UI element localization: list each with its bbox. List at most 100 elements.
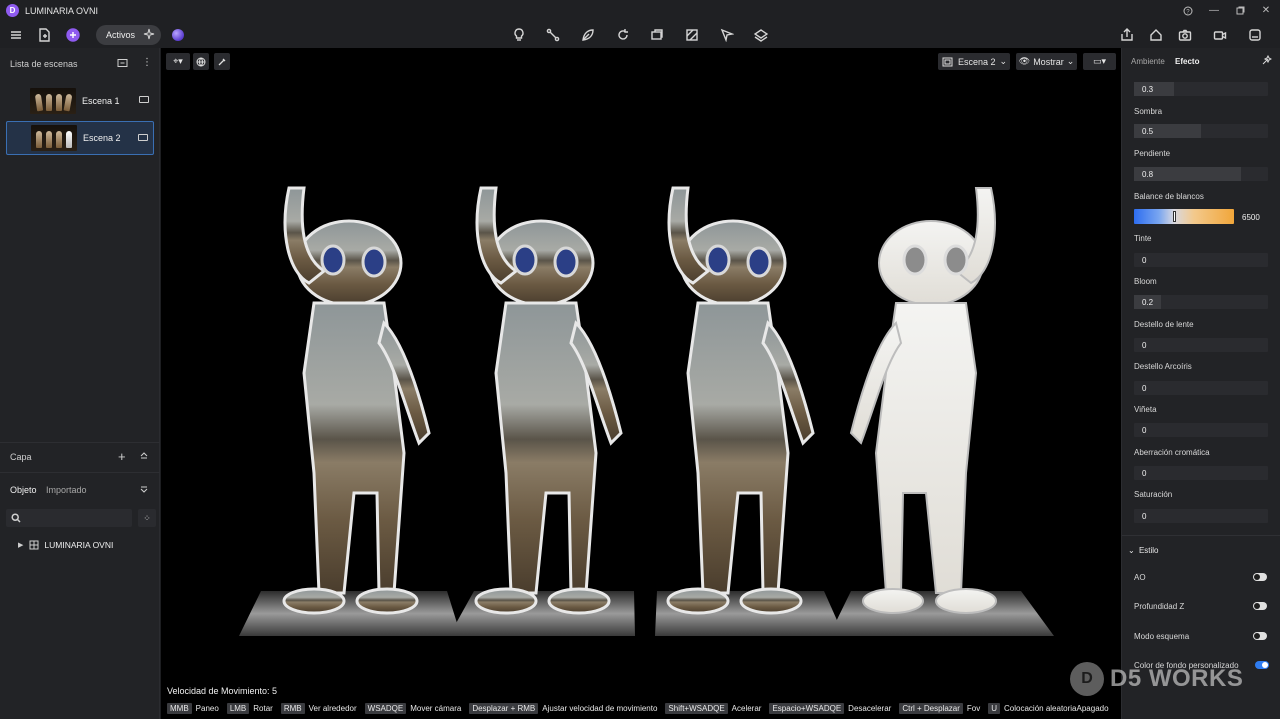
scene-thumbnail — [31, 125, 77, 151]
sparkle-icon — [143, 28, 155, 40]
ao-toggle[interactable] — [1253, 573, 1267, 581]
slider-bloom[interactable]: 0.2 — [1134, 295, 1268, 309]
layers-icon[interactable] — [752, 26, 770, 44]
shortcut-desc: Ajustar velocidad de movimiento — [542, 703, 658, 713]
file-icon[interactable] — [35, 26, 53, 44]
menu-icon[interactable] — [7, 26, 25, 44]
slider-vignette[interactable]: 0 — [1134, 423, 1268, 437]
slider-value: 0.8 — [1142, 170, 1154, 179]
camera-icon[interactable] — [1176, 26, 1194, 44]
slider-value: 0.2 — [1142, 298, 1154, 307]
scene-selector[interactable]: Escena 2 ⌄ — [938, 53, 1010, 70]
right-panel: Ambiente Efecto 0.3 Sombra 0.5 Pendiente… — [1121, 48, 1280, 719]
slider-pendiente[interactable]: 0.8 — [1134, 167, 1268, 181]
more-options-icon[interactable]: ⋮ — [142, 57, 152, 68]
style-section-header[interactable]: ⌄ Estilo — [1128, 546, 1159, 555]
slider-tinte[interactable]: 0 — [1134, 253, 1268, 267]
chevron-right-icon[interactable]: ▶ — [18, 541, 23, 549]
white-balance-slider[interactable] — [1134, 209, 1234, 224]
shortcut-desc: Paneo — [195, 703, 219, 713]
close-icon[interactable]: ✕ — [1258, 3, 1274, 18]
slider-rainbow-flare[interactable]: 0 — [1134, 381, 1268, 395]
globe-icon[interactable] — [193, 53, 209, 70]
crop-icon[interactable] — [648, 26, 666, 44]
slider-lens-flare[interactable]: 0 — [1134, 338, 1268, 352]
ai-sparkle-icon[interactable] — [64, 26, 82, 44]
add-layer-icon[interactable]: + — [118, 449, 126, 464]
refresh-icon[interactable] — [614, 26, 632, 44]
tab-importado[interactable]: Importado — [46, 485, 87, 495]
tab-objeto[interactable]: Objeto — [10, 485, 37, 495]
prop-label-saturation: Saturación — [1134, 490, 1173, 499]
title-bar: D LUMINARIA OVNI ? — ✕ — [0, 0, 1280, 21]
show-label: Mostrar — [1033, 56, 1064, 67]
eyedropper-icon[interactable] — [214, 53, 230, 70]
d5-orb-icon[interactable] — [172, 29, 184, 41]
show-dropdown[interactable]: 👁 Mostrar ⌄ — [1016, 53, 1077, 70]
export-icon[interactable] — [1118, 26, 1136, 44]
scene-item[interactable]: Escena 1 — [6, 84, 154, 118]
slider-value: 0 — [1142, 426, 1147, 435]
eye-icon: 👁 — [1018, 56, 1031, 66]
add-scene-icon[interactable] — [117, 58, 128, 70]
scene-camera-icon[interactable] — [138, 134, 148, 141]
path-icon[interactable] — [544, 26, 562, 44]
app-title: LUMINARIA OVNI — [25, 5, 99, 16]
scene-thumbnail — [30, 88, 76, 114]
assets-label: Activos — [106, 30, 136, 40]
prop-label-rainbow-flare: Destello Arcoíris — [1134, 362, 1192, 371]
help-icon[interactable]: ? — [1180, 3, 1196, 18]
prop-label-tinte: Tinte — [1134, 234, 1152, 243]
slider-thumb[interactable] — [1173, 211, 1176, 222]
slider-sombra[interactable]: 0.5 — [1134, 124, 1268, 138]
search-input[interactable] — [6, 509, 132, 527]
magic-wand-icon[interactable] — [1261, 54, 1273, 68]
slider-top[interactable]: 0.3 — [1134, 82, 1268, 96]
tab-ambiente[interactable]: Ambiente — [1131, 57, 1165, 66]
divider — [1122, 535, 1280, 536]
scene-item-active[interactable]: Escena 2 — [6, 121, 154, 155]
slider-value: 0.5 — [1142, 127, 1154, 136]
transform-mode-icon[interactable]: ⌖▾ — [166, 53, 190, 70]
sketch-toggle[interactable] — [1253, 632, 1267, 640]
video-icon[interactable] — [1211, 26, 1229, 44]
shortcut-key: Ctrl + Desplazar — [899, 702, 963, 714]
prop-label-sombra: Sombra — [1134, 107, 1163, 116]
prop-label-lens-flare: Destello de lente — [1134, 320, 1194, 329]
bg-color-toggle[interactable] — [1255, 661, 1269, 669]
slider-saturation[interactable]: 0 — [1134, 509, 1268, 523]
shortcut-desc: Acelerar — [731, 703, 762, 713]
leaf-icon[interactable] — [579, 26, 597, 44]
minimize-icon[interactable]: — — [1206, 3, 1222, 18]
scene-camera-icon[interactable] — [139, 96, 149, 103]
tree-item-root[interactable]: ▶ LUMINARIA OVNI — [18, 540, 113, 550]
shortcut-desc: Colocación aleatoriaApagado — [1004, 703, 1109, 713]
tree-item-label: LUMINARIA OVNI — [44, 540, 114, 550]
filter-icon[interactable] — [140, 486, 148, 496]
toggle-label-sketch: Modo esquema — [1134, 632, 1190, 641]
lightbulb-icon[interactable] — [510, 26, 528, 44]
assets-button[interactable]: Activos — [96, 25, 161, 45]
d5-logo-icon: D — [6, 4, 19, 17]
slider-chromatic[interactable]: 0 — [1134, 466, 1268, 480]
scene-selector-label: Escena 2 — [958, 56, 996, 67]
tab-efecto[interactable]: Efecto — [1175, 57, 1199, 66]
house-icon[interactable] — [1147, 26, 1165, 44]
cursor-pen-icon[interactable] — [718, 26, 736, 44]
render-box-icon[interactable] — [1246, 26, 1264, 44]
view-options-icon[interactable]: ▭▾ — [1083, 53, 1116, 70]
toggle-label-ao: AO — [1134, 573, 1146, 582]
divider — [0, 472, 160, 473]
main-toolbar: Activos — [0, 21, 1280, 48]
watermark-text: D5 WORKS — [1110, 665, 1244, 692]
prop-label-vignette: Viñeta — [1134, 405, 1157, 414]
restore-icon[interactable] — [1232, 3, 1248, 18]
texture-icon[interactable] — [683, 26, 701, 44]
grid-view-icon[interactable]: ⁘ — [138, 509, 156, 527]
search-icon — [11, 513, 21, 523]
left-panel: Lista de escenas ⋮ Escena 1 Escena 2 Cap… — [0, 48, 160, 719]
shortcut-key: MMB — [167, 702, 192, 714]
collapse-icon[interactable] — [140, 451, 148, 461]
3d-viewport[interactable]: ⌖▾ Escena 2 ⌄ 👁 Mostrar ⌄ ▭▾ Velocidad d… — [161, 48, 1121, 719]
depth-toggle[interactable] — [1253, 602, 1267, 610]
